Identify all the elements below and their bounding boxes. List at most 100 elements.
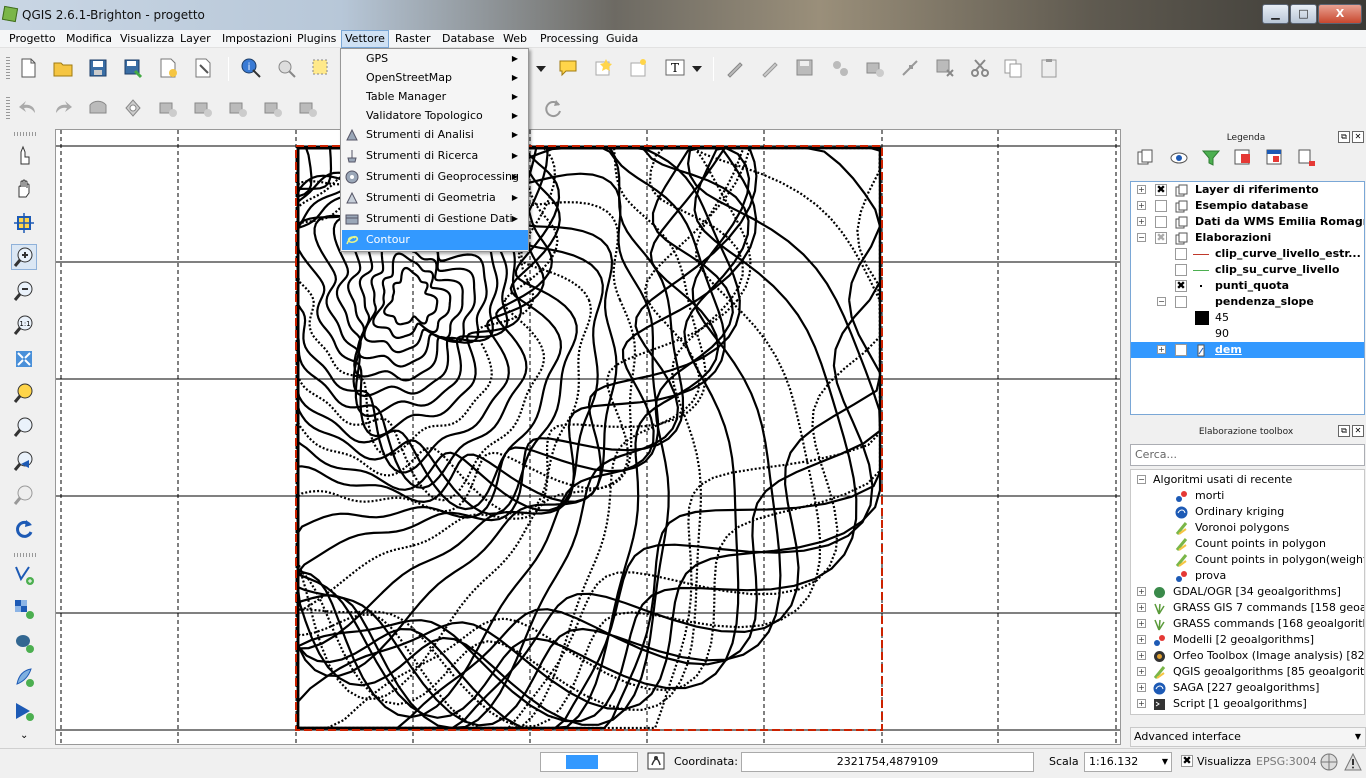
layer-clip-curve-livello-estr[interactable]: clip_curve_livello_estr... — [1131, 246, 1364, 262]
show-bookmarks-icon[interactable] — [625, 55, 651, 81]
remove-layer-icon[interactable] — [1296, 147, 1318, 169]
layer-checkbox[interactable] — [1175, 264, 1187, 276]
expand-icon[interactable]: + — [1137, 217, 1146, 226]
menu-progetto[interactable]: Progetto — [6, 32, 59, 46]
add-feature-icon[interactable] — [827, 55, 853, 81]
menu-item-validatore-topologico[interactable]: Validatore Topologico ▶ — [342, 106, 528, 126]
expand-icon[interactable]: + — [1137, 619, 1146, 628]
expand-icon[interactable]: + — [1137, 185, 1146, 194]
add-wms-layer-icon[interactable] — [11, 698, 37, 724]
simplify-feature-icon[interactable] — [85, 95, 111, 121]
layer-group-wms[interactable]: + Dati da WMS Emilia Romagna — [1131, 214, 1364, 230]
provider-script[interactable]: + Script [1 geoalgorithms] — [1131, 696, 1364, 712]
layer-group-elaborazioni[interactable]: − ✖ Elaborazioni — [1131, 230, 1364, 246]
messages-warning-icon[interactable] — [1343, 752, 1363, 772]
collapse-icon[interactable]: − — [1137, 475, 1146, 484]
menu-processing[interactable]: Processing — [537, 32, 602, 46]
composer-manager-icon[interactable] — [190, 55, 216, 81]
add-spatialite-layer-icon[interactable] — [11, 664, 37, 690]
collapse-icon[interactable]: − — [1157, 297, 1166, 306]
menu-item-strumenti-analisi[interactable]: Strumenti di Analisi ▶ — [342, 125, 528, 145]
provider-grass[interactable]: + GRASS commands [168 geoalgorithms] — [1131, 616, 1364, 632]
delete-ring-icon[interactable] — [225, 95, 251, 121]
save-as-icon[interactable] — [120, 55, 146, 81]
delete-selected-icon[interactable] — [932, 55, 958, 81]
menu-item-strumenti-geometria[interactable]: Strumenti di Geometria ▶ — [342, 188, 528, 208]
provider-qgis[interactable]: + QGIS geoalgorithms [85 geoalgorith... — [1131, 664, 1364, 680]
zoom-full-icon[interactable] — [11, 346, 37, 372]
layer-pendenza-slope[interactable]: − pendenza_slope — [1131, 294, 1364, 310]
recent-algorithm-item[interactable]: morti — [1131, 488, 1364, 504]
expand-icon[interactable]: + — [1137, 635, 1146, 644]
float-panel-icon[interactable]: ⧉ — [1338, 131, 1350, 143]
layer-clip-su-curve-livello[interactable]: clip_su_curve_livello — [1131, 262, 1364, 278]
menu-item-strumenti-gestione-dati[interactable]: Strumenti di Gestione Dati ▶ — [342, 209, 528, 229]
close-button[interactable]: X — [1318, 4, 1362, 24]
menu-raster[interactable]: Raster — [392, 32, 433, 46]
expand-icon[interactable]: + — [1157, 345, 1166, 354]
recent-algorithm-item[interactable]: prova — [1131, 568, 1364, 584]
collapse-all-icon[interactable] — [1264, 147, 1286, 169]
manage-visibility-icon[interactable] — [1168, 147, 1190, 169]
cut-features-icon[interactable] — [967, 55, 993, 81]
new-print-composer-icon[interactable] — [155, 55, 181, 81]
new-bookmark-icon[interactable] — [590, 55, 616, 81]
menu-item-openstreetmap[interactable]: OpenStreetMap ▶ — [342, 68, 528, 88]
menu-modifica[interactable]: Modifica — [63, 32, 115, 46]
map-tip-icon[interactable] — [555, 55, 581, 81]
menu-visualizza[interactable]: Visualizza — [117, 32, 177, 46]
expand-icon[interactable]: + — [1137, 587, 1146, 596]
menu-layer[interactable]: Layer — [177, 32, 214, 46]
coordinate-field[interactable]: 2321754,4879109 — [741, 752, 1034, 772]
expand-icon[interactable]: + — [1137, 603, 1146, 612]
layer-checkbox[interactable] — [1175, 248, 1187, 260]
menu-database[interactable]: Database — [439, 32, 498, 46]
zoom-to-selection-icon[interactable] — [11, 380, 37, 406]
add-vector-layer-icon[interactable] — [11, 562, 37, 588]
layer-checkbox[interactable] — [1175, 296, 1187, 308]
menu-plugins[interactable]: Plugins — [294, 32, 339, 46]
crs-status[interactable]: EPSG:3004 — [1256, 755, 1317, 768]
select-rect-icon[interactable] — [308, 55, 334, 81]
zoom-native-icon[interactable]: 1:1 — [11, 312, 37, 338]
layer-checkbox[interactable] — [1155, 216, 1167, 228]
maximize-button[interactable]: □ — [1290, 4, 1317, 24]
layer-group-esempio-database[interactable]: + Esempio database — [1131, 198, 1364, 214]
map-canvas[interactable] — [55, 129, 1121, 745]
rotate-feature-icon[interactable] — [540, 95, 566, 121]
new-project-icon[interactable] — [15, 55, 41, 81]
recent-algorithm-item[interactable]: Ordinary kriging — [1131, 504, 1364, 520]
layer-checkbox[interactable]: ✖ — [1175, 280, 1187, 292]
expand-all-icon[interactable] — [1232, 147, 1254, 169]
recent-algorithm-item[interactable]: Count points in polygon — [1131, 536, 1364, 552]
render-checkbox[interactable]: ✖ — [1181, 755, 1193, 767]
copy-features-icon[interactable] — [1000, 55, 1026, 81]
recent-algorithm-item[interactable]: Voronoi polygons — [1131, 520, 1364, 536]
touch-zoom-pan-icon[interactable] — [11, 142, 37, 168]
add-ring-icon[interactable] — [120, 95, 146, 121]
menu-item-table-manager[interactable]: Table Manager ▶ — [342, 87, 528, 107]
menu-item-contour[interactable]: Contour — [342, 230, 528, 250]
undo-icon[interactable] — [15, 95, 41, 121]
toggle-editing-icon[interactable] — [757, 55, 783, 81]
provider-orfeo[interactable]: + Orfeo Toolbox (Image analysis) [82 ... — [1131, 648, 1364, 664]
close-panel-icon[interactable]: ✕ — [1352, 425, 1364, 437]
layer-punti-quota[interactable]: ✖ punti_quota — [1131, 278, 1364, 294]
reshape-features-icon[interactable] — [295, 95, 321, 121]
pan-to-selection-icon[interactable] — [11, 210, 37, 236]
expand-icon[interactable]: + — [1137, 651, 1146, 660]
redo-icon[interactable] — [50, 95, 76, 121]
paste-features-icon[interactable] — [1036, 55, 1062, 81]
chevron-down-icon[interactable]: ⌄ — [20, 730, 28, 741]
add-raster-layer-icon[interactable] — [11, 596, 37, 622]
identify-icon[interactable]: i — [238, 55, 264, 81]
fill-ring-icon[interactable] — [190, 95, 216, 121]
add-group-icon[interactable] — [1134, 147, 1156, 169]
collapse-icon[interactable]: − — [1137, 233, 1146, 242]
provider-saga[interactable]: + SAGA [227 geoalgorithms] — [1131, 680, 1364, 696]
move-feature-icon[interactable] — [862, 55, 888, 81]
toolbox-search-input[interactable]: Cerca... — [1130, 444, 1365, 466]
refresh-icon[interactable] — [11, 516, 37, 542]
menu-guida[interactable]: Guida — [603, 32, 641, 46]
float-panel-icon[interactable]: ⧉ — [1338, 425, 1350, 437]
